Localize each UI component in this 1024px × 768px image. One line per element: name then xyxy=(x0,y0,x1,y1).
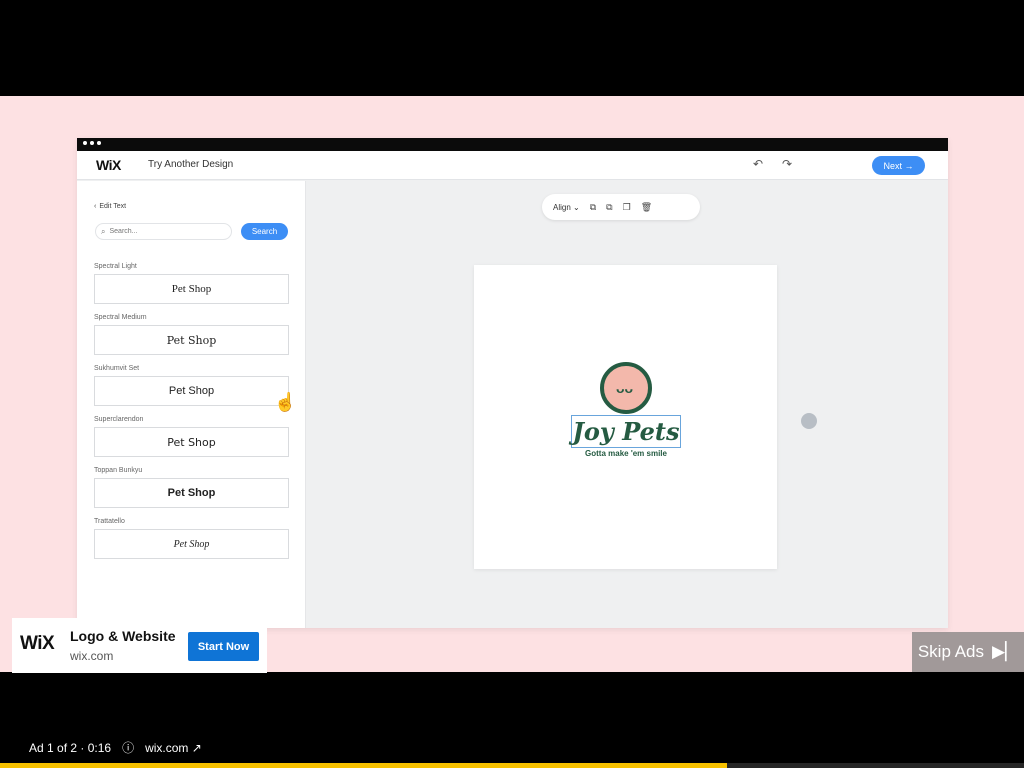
pet-logo-icon[interactable]: ᴗᴗ xyxy=(600,362,652,414)
edit-text-back-link[interactable]: ‹ Edit Text xyxy=(94,203,126,210)
font-sample-card[interactable]: Pet Shop xyxy=(94,529,289,559)
skip-ads-button[interactable]: Skip Ads ▶▏ xyxy=(912,632,1024,672)
font-option-spectral-light[interactable]: Spectral Light Pet Shop xyxy=(94,263,289,304)
bring-forward-icon[interactable]: ⧉ xyxy=(590,202,596,213)
ad-status-bar: Ad 1 of 2 · 0:16 ⓘ wix.com ↗ xyxy=(29,739,202,756)
external-link-icon: ↗ xyxy=(191,740,202,755)
skip-ads-label: Skip Ads xyxy=(917,642,984,661)
logo-canvas[interactable]: ᴗᴗ Joy Pets Gotta make 'em smile xyxy=(474,265,777,569)
video-player: WiX Try Another Design ↶ ↷ Next → ‹ Edit… xyxy=(0,0,1024,768)
font-sample-card[interactable]: Pet Shop xyxy=(94,274,289,304)
font-name: Spectral Medium xyxy=(94,314,147,321)
undo-icon[interactable]: ↶ xyxy=(753,157,763,171)
next-button[interactable]: Next → xyxy=(872,156,925,175)
canvas-toolbar: Align ⌄ ⧉ ⧉ ❐ 🗑 xyxy=(542,194,700,220)
trash-icon[interactable]: 🗑 xyxy=(641,202,652,213)
edit-text-label: Edit Text xyxy=(99,203,127,210)
duplicate-icon[interactable]: ❐ xyxy=(623,202,631,213)
font-option-toppan-bunkyu[interactable]: Toppan Bunkyu Pet Shop xyxy=(94,467,289,508)
send-backward-icon[interactable]: ⧉ xyxy=(606,202,612,213)
font-option-trattatello[interactable]: Trattatello Pet Shop xyxy=(94,518,289,559)
font-name: Spectral Light xyxy=(94,263,137,270)
font-search-field[interactable]: ⌕ xyxy=(95,223,232,240)
chevron-left-icon: ‹ xyxy=(94,203,97,210)
ad-footer-domain[interactable]: wix.com ↗ xyxy=(145,741,202,755)
font-sample-card[interactable]: Pet Shop xyxy=(94,376,289,406)
wix-editor-window: WiX Try Another Design ↶ ↷ Next → ‹ Edit… xyxy=(77,138,948,628)
font-sidebar: ‹ Edit Text ⌕ Search Spectral Light Pet … xyxy=(77,181,306,628)
redo-icon[interactable]: ↷ xyxy=(782,157,792,171)
editor-topbar: WiX Try Another Design ↶ ↷ Next → xyxy=(77,151,948,180)
font-sample-card[interactable]: Pet Shop xyxy=(94,325,289,355)
wix-ad-logo: WiX xyxy=(20,633,55,654)
video-progress[interactable] xyxy=(0,763,1024,768)
video-progress-fill xyxy=(0,763,728,768)
dog-face-icon: ᴗᴗ xyxy=(616,380,634,396)
window-dot xyxy=(90,141,94,145)
logo-title: Joy Pets xyxy=(572,417,680,446)
try-another-design-link[interactable]: Try Another Design xyxy=(148,159,233,170)
font-sample-card[interactable]: Pet Shop xyxy=(94,478,289,508)
font-name: Superclarendon xyxy=(94,416,144,423)
font-option-superclarendon[interactable]: Superclarendon Pet Shop xyxy=(94,416,289,457)
info-icon[interactable]: ⓘ xyxy=(122,739,134,756)
skip-next-icon: ▶▏ xyxy=(992,642,1019,661)
logo-tagline[interactable]: Gotta make 'em smile xyxy=(571,449,681,458)
window-controls xyxy=(83,141,101,145)
font-name: Toppan Bunkyu xyxy=(94,467,143,474)
start-now-button[interactable]: Start Now xyxy=(188,632,259,661)
selected-logo-text[interactable]: Joy Pets xyxy=(571,415,681,448)
canvas-resize-handle[interactable] xyxy=(801,413,817,429)
search-button[interactable]: Search xyxy=(241,223,288,240)
font-option-sukhumvit-set[interactable]: Sukhumvit Set Pet Shop xyxy=(94,365,289,406)
ad-domain: wix.com xyxy=(70,649,114,663)
chevron-down-icon: ⌄ xyxy=(573,202,580,212)
ad-title: Logo & Website xyxy=(70,628,176,644)
ad-card[interactable]: WiX Logo & Website wix.com Start Now xyxy=(12,618,267,673)
pointer-hand-icon: ☝ xyxy=(274,392,297,412)
font-name: Sukhumvit Set xyxy=(94,365,140,372)
wix-logo: WiX xyxy=(96,157,121,173)
font-name: Trattatello xyxy=(94,518,125,525)
search-input[interactable] xyxy=(109,228,220,235)
align-dropdown[interactable]: Align ⌄ xyxy=(553,203,580,212)
window-dot xyxy=(83,141,87,145)
font-sample-card[interactable]: Pet Shop xyxy=(94,427,289,457)
ad-counter: Ad 1 of 2 · 0:16 xyxy=(29,740,112,755)
search-icon: ⌕ xyxy=(101,226,106,236)
font-option-spectral-medium[interactable]: Spectral Medium Pet Shop xyxy=(94,314,289,355)
footer-domain-text: wix.com xyxy=(145,740,189,755)
window-dot xyxy=(97,141,101,145)
align-label: Align xyxy=(553,202,571,212)
window-titlebar xyxy=(77,138,948,151)
